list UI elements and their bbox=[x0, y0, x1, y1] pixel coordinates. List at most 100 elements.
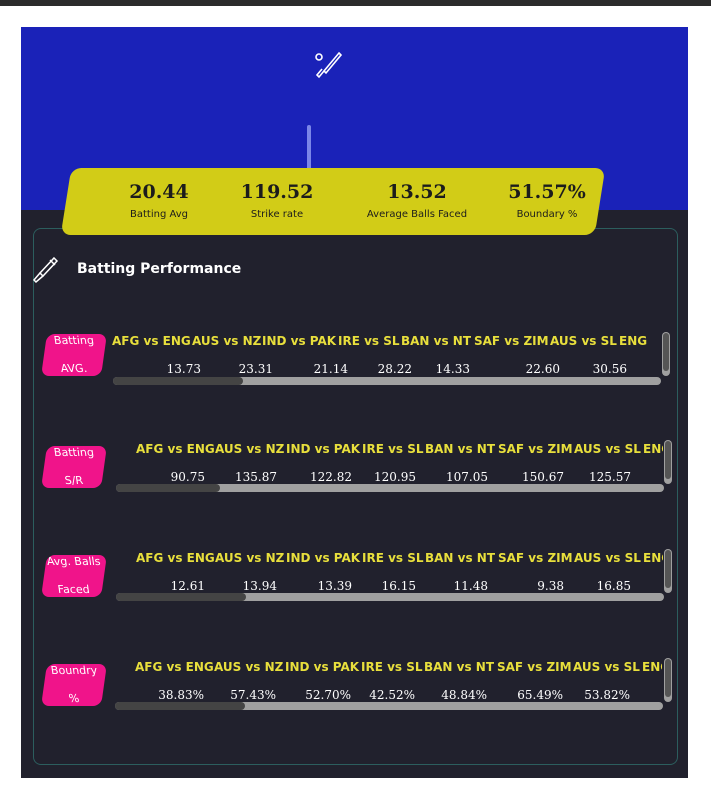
match-label: IRE vs SL bbox=[362, 442, 424, 456]
metric-value: 30.56 bbox=[592, 362, 627, 376]
match-label: SAF vs ZIM bbox=[474, 334, 549, 348]
horizontal-scrollbar[interactable] bbox=[113, 377, 661, 385]
metric-value: 13.39 bbox=[317, 579, 352, 593]
match-label: AUS vs NZ bbox=[215, 551, 285, 565]
match-label: BAN vs NT bbox=[401, 334, 472, 348]
horizontal-scrollbar[interactable] bbox=[116, 484, 664, 492]
match-label: BAN vs NT bbox=[425, 442, 496, 456]
metric-value: 13.94 bbox=[242, 579, 277, 593]
metric-row-batting-avg: Batting AVG. AFG vs ENG AUS vs NZ IND vs … bbox=[0, 332, 670, 412]
metric-value: 135.87 bbox=[235, 470, 277, 484]
metric-row-avg-balls-faced: Avg. Balls Faced AFG vs ENG AUS vs NZ IND… bbox=[0, 549, 672, 629]
window-top-bar bbox=[0, 0, 711, 6]
metric-value: 120.95 bbox=[374, 470, 416, 484]
match-label: SAF vs ZIM bbox=[498, 551, 573, 565]
tag-line: Boundry bbox=[49, 664, 98, 677]
metric-value: 13.73 bbox=[166, 362, 201, 376]
scrollbar-thumb[interactable] bbox=[115, 702, 245, 710]
tag-line: S/R bbox=[63, 474, 85, 487]
match-label: ENG bbox=[619, 334, 648, 348]
horizontal-scrollbar[interactable] bbox=[115, 702, 663, 710]
match-label: BAN vs NT bbox=[425, 551, 496, 565]
metric-row-batting-sr: Batting S/R AFG vs ENG AUS vs NZ IND vs P… bbox=[0, 440, 672, 520]
match-scroller[interactable]: AFG vs ENG AUS vs NZ IND vs PAK IRE vs S… bbox=[115, 551, 663, 595]
match-scroller[interactable]: AFG vs ENG AUS vs NZ IND vs PAK IRE vs S… bbox=[112, 334, 660, 378]
metric-value: 23.31 bbox=[238, 362, 273, 376]
scrollbar-thumb[interactable] bbox=[116, 484, 220, 492]
stat-batting-avg: 20.44 Batting Avg bbox=[104, 180, 214, 222]
scrollbar-thumb[interactable] bbox=[665, 659, 671, 697]
tag-line: AVG. bbox=[59, 362, 89, 375]
vertical-scrollbar[interactable] bbox=[664, 440, 672, 484]
metric-value: 42.52% bbox=[369, 688, 415, 702]
metric-value: 107.05 bbox=[446, 470, 488, 484]
stat-label: Strike rate bbox=[250, 209, 304, 220]
metric-value: 16.85 bbox=[596, 579, 631, 593]
metric-value: 90.75 bbox=[170, 470, 205, 484]
metric-tag: Batting AVG. bbox=[41, 334, 107, 376]
scrollbar-thumb[interactable] bbox=[665, 441, 671, 479]
metric-value: 16.15 bbox=[381, 579, 416, 593]
metric-tag: Avg. Balls Faced bbox=[41, 555, 107, 597]
vertical-scrollbar[interactable] bbox=[664, 549, 672, 593]
scrollbar-thumb[interactable] bbox=[113, 377, 243, 385]
tag-line: Avg. Balls bbox=[46, 555, 102, 568]
metric-tag: Boundry% bbox=[41, 664, 107, 706]
metric-value: 38.83% bbox=[158, 688, 204, 702]
stat-value: 20.44 bbox=[129, 181, 189, 203]
match-label: AFG vs ENG bbox=[112, 334, 191, 348]
match-label: AUS vs SL bbox=[573, 660, 640, 674]
match-label: AUS vs NZ bbox=[214, 660, 284, 674]
match-label: AUS vs NZ bbox=[215, 442, 285, 456]
match-label: AFG vs ENG bbox=[136, 442, 215, 456]
stat-label: Batting Avg bbox=[130, 209, 188, 220]
match-label: AUS vs SL bbox=[574, 442, 641, 456]
match-label: ENG bbox=[642, 660, 662, 674]
scrollbar-thumb[interactable] bbox=[116, 593, 246, 601]
match-scroller[interactable]: AFG vs ENG AUS vs NZ IND vs PAK IRE vs S… bbox=[115, 442, 663, 486]
metric-value: 21.14 bbox=[313, 362, 348, 376]
metric-value: 122.82 bbox=[310, 470, 352, 484]
stat-strike-rate: 119.52 Strike rate bbox=[222, 180, 332, 222]
tag-line: Batting bbox=[53, 446, 95, 459]
horizontal-scrollbar[interactable] bbox=[116, 593, 664, 601]
match-label: IND vs PAK bbox=[285, 660, 360, 674]
match-label: IRE vs SL bbox=[362, 551, 424, 565]
scrollbar-thumb[interactable] bbox=[663, 333, 669, 371]
match-label: IRE vs SL bbox=[361, 660, 423, 674]
match-label: IND vs PAK bbox=[286, 551, 361, 565]
tag-line: % bbox=[67, 692, 81, 705]
metric-value: 14.33 bbox=[435, 362, 470, 376]
stat-boundary-pct: 51.57% Boundary % bbox=[492, 180, 602, 222]
vertical-scrollbar[interactable] bbox=[664, 658, 672, 702]
metric-value: 48.84% bbox=[441, 688, 487, 702]
match-label: IND vs PAK bbox=[262, 334, 337, 348]
match-scroller[interactable]: AFG vs ENG AUS vs NZ IND vs PAK IRE vs S… bbox=[114, 660, 662, 704]
match-label: ENG bbox=[643, 442, 663, 456]
stat-value: 119.52 bbox=[240, 181, 314, 203]
metric-value: 9.38 bbox=[537, 579, 564, 593]
stat-average-balls-faced: 13.52 Average Balls Faced bbox=[352, 180, 482, 222]
tag-line: Batting bbox=[53, 334, 95, 347]
metric-value: 22.60 bbox=[525, 362, 560, 376]
match-label: ENG bbox=[643, 551, 663, 565]
match-label: BAN vs NT bbox=[424, 660, 495, 674]
metric-value: 11.48 bbox=[453, 579, 488, 593]
match-label: IND vs PAK bbox=[286, 442, 361, 456]
metric-value: 150.67 bbox=[522, 470, 564, 484]
match-label: IRE vs SL bbox=[338, 334, 400, 348]
metric-tag: Batting S/R bbox=[41, 446, 107, 488]
metric-value: 65.49% bbox=[517, 688, 563, 702]
metric-value: 125.57 bbox=[589, 470, 631, 484]
match-label: AFG vs ENG bbox=[135, 660, 214, 674]
stat-value: 13.52 bbox=[387, 181, 447, 203]
scrollbar-thumb[interactable] bbox=[665, 550, 671, 588]
stat-label: Boundary % bbox=[516, 209, 578, 220]
match-label: SAF vs ZIM bbox=[498, 442, 573, 456]
tag-line: Faced bbox=[57, 583, 91, 596]
stat-label: Average Balls Faced bbox=[366, 209, 468, 220]
match-label: AUS vs SL bbox=[574, 551, 641, 565]
vertical-scrollbar[interactable] bbox=[662, 332, 670, 376]
metric-value: 52.70% bbox=[305, 688, 351, 702]
match-label: AUS vs SL bbox=[550, 334, 617, 348]
